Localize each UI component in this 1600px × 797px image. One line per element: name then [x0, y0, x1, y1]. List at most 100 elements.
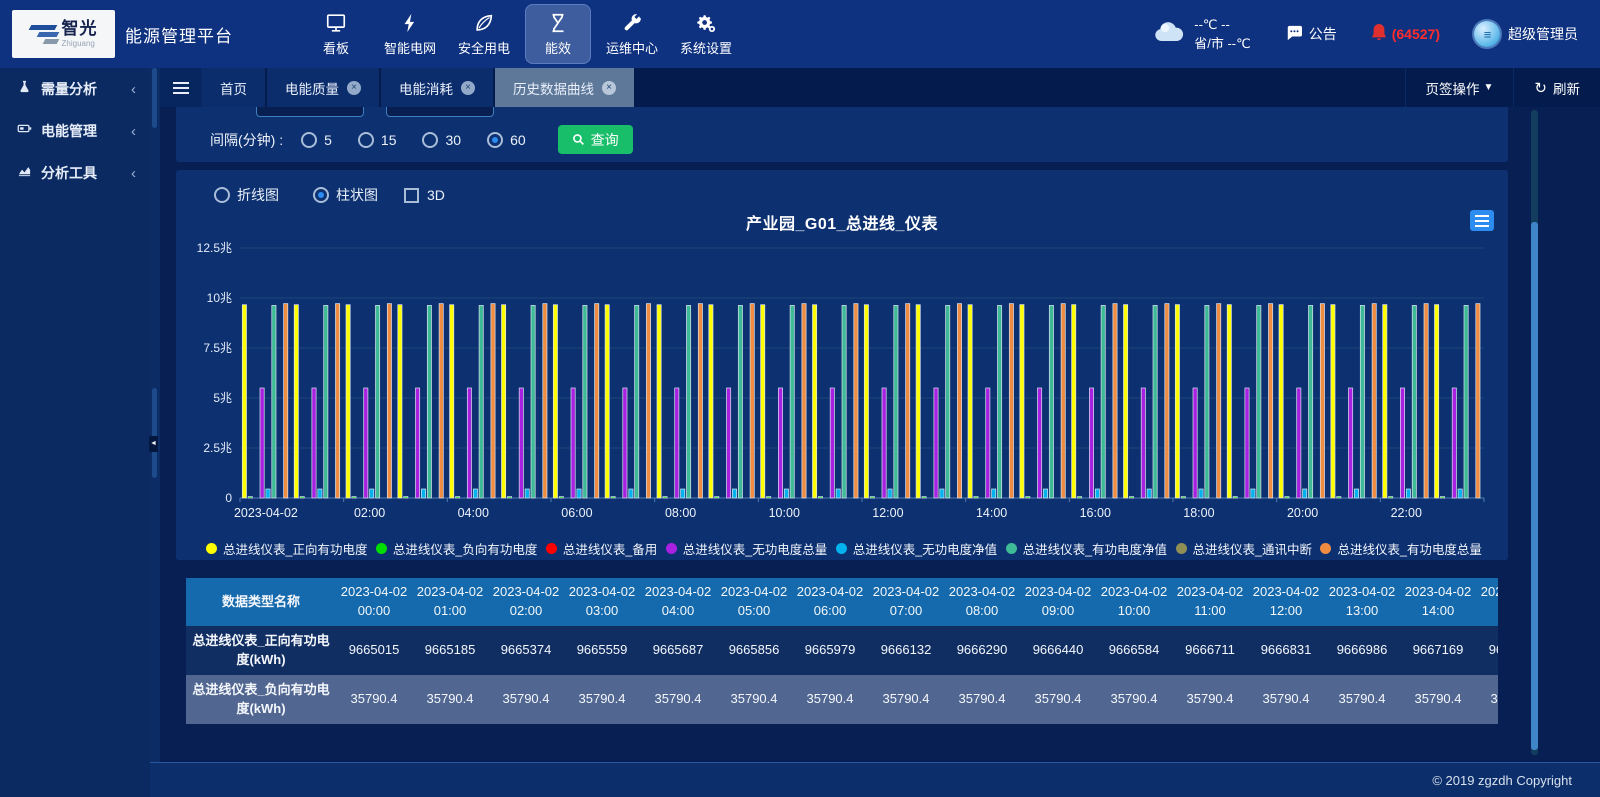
- legend-item[interactable]: 总进线仪表_无功电度总量: [666, 539, 827, 558]
- table-cell: 35790.4: [1096, 675, 1172, 724]
- date-to-input[interactable]: [386, 107, 494, 117]
- tab-power-usage[interactable]: 电能消耗×: [381, 68, 495, 107]
- sidebar-item-energy-management[interactable]: 电能管理‹: [0, 110, 150, 152]
- chevron-down-icon: ▼: [1484, 82, 1494, 93]
- table-header-cell: 2023-04-0210:00: [1096, 578, 1172, 626]
- interval-radio-60[interactable]: 60: [487, 132, 526, 148]
- sidebar-item-label: 需量分析: [41, 79, 131, 99]
- chart-toolbox-menu-icon[interactable]: [1470, 210, 1494, 231]
- close-icon[interactable]: ×: [602, 81, 616, 95]
- table-cell: 35790.4: [1400, 675, 1476, 724]
- table-cell: 35790.4: [336, 675, 412, 724]
- svg-text:12.5兆: 12.5兆: [197, 241, 232, 255]
- table-cell: 9666986: [1324, 626, 1400, 675]
- tab-power-quality[interactable]: 电能质量×: [267, 68, 381, 107]
- 3d-checkbox[interactable]: 3D: [404, 187, 445, 203]
- nav-item-safe-power[interactable]: 安全用电: [451, 4, 517, 64]
- close-icon[interactable]: ×: [461, 81, 475, 95]
- navbar-right: --℃ -- 省/市 --℃ 公告 (64527) ≡ 超级管理员: [1152, 15, 1600, 54]
- user-menu[interactable]: ≡ 超级管理员: [1474, 21, 1578, 47]
- sidebar-collapse-handle[interactable]: ◄: [149, 436, 158, 452]
- svg-text:06:00: 06:00: [561, 506, 592, 520]
- chart-type-radio-柱状图[interactable]: 柱状图: [313, 185, 378, 205]
- chart-type-radio-折线图[interactable]: 折线图: [214, 185, 279, 205]
- table-cell: 9666711: [1172, 626, 1248, 675]
- svg-text:14:00: 14:00: [976, 506, 1007, 520]
- table-header-cell: 2023-04-0203:00: [564, 578, 640, 626]
- date-from-input[interactable]: [256, 107, 364, 117]
- content-viewport: 间隔(分钟) : 5153060 查询 折线图柱状图3D 产业园_G01_总进线…: [160, 107, 1524, 762]
- bar-chart: 02.5兆5兆7.5兆10兆12.5兆2023-04-0202:0004:000…: [176, 238, 1508, 535]
- radio-icon: [422, 132, 438, 148]
- sidebar-item-demand-analysis[interactable]: 需量分析‹: [0, 68, 150, 110]
- sidebar-scrollbar[interactable]: [150, 68, 160, 762]
- table-cell: 9665687: [640, 626, 716, 675]
- table-cell: 9666132: [868, 626, 944, 675]
- interval-radio-15[interactable]: 15: [358, 132, 397, 148]
- checkbox-icon: [404, 188, 419, 203]
- refresh-button[interactable]: ↻刷新: [1513, 68, 1600, 107]
- logo-en: Zhiguang: [62, 40, 98, 48]
- battery-icon: [16, 121, 41, 141]
- radio-icon: [487, 132, 503, 148]
- tab-bar: 首页电能质量×电能消耗× 历史数据曲线 × 页签操作▼ ↻刷新: [160, 68, 1600, 107]
- svg-text:22:00: 22:00: [1391, 506, 1422, 520]
- nav-item-energy-eff[interactable]: 能效: [525, 4, 591, 64]
- legend-item[interactable]: 总进线仪表_无功电度净值: [836, 539, 997, 558]
- legend-item[interactable]: 总进线仪表_负向有功电度: [376, 539, 537, 558]
- cloud-icon: [1152, 19, 1186, 50]
- table-header-cell: 2023-04-0209:00: [1020, 578, 1096, 626]
- tab-operations-dropdown[interactable]: 页签操作▼: [1405, 68, 1514, 107]
- copyright-text: © 2019 zgzdh Copyright: [1432, 773, 1572, 788]
- chevron-left-icon: ‹: [131, 165, 136, 182]
- notification-button[interactable]: (64527): [1371, 23, 1440, 46]
- nav-item-system-setting[interactable]: 系统设置: [673, 4, 739, 64]
- tab-label: 历史数据曲线: [513, 78, 594, 98]
- table-header-cell: 2023-04-0204:00: [640, 578, 716, 626]
- legend-item[interactable]: 总进线仪表_备用: [546, 539, 657, 558]
- nav-item-label: 运维中心: [606, 38, 658, 57]
- chevron-left-icon: ‹: [131, 123, 136, 140]
- svg-text:12:00: 12:00: [872, 506, 903, 520]
- query-button[interactable]: 查询: [558, 125, 633, 154]
- legend-dot-icon: [376, 543, 387, 554]
- bell-icon: [1371, 23, 1387, 46]
- table-cell: 9665015: [336, 626, 412, 675]
- table-header-cell: 2023-04-0202:00: [488, 578, 564, 626]
- table-cell: 35790.4: [944, 675, 1020, 724]
- energy-management-app: 智光 Zhiguang 能源管理平台 看板智能电网安全用电能效运维中心系统设置 …: [0, 0, 1600, 797]
- sidebar-item-analysis-tools[interactable]: 分析工具‹: [0, 152, 150, 194]
- tab-home[interactable]: 首页: [202, 68, 267, 107]
- table-cell: 35790.4: [1020, 675, 1096, 724]
- announcement-button[interactable]: 公告: [1285, 24, 1337, 44]
- chart-panel: 折线图柱状图3D 产业园_G01_总进线_仪表 02.5兆5兆7.5兆10兆12…: [176, 170, 1508, 560]
- hamburger-menu-icon[interactable]: [160, 68, 202, 107]
- nav-item-smart-grid[interactable]: 智能电网: [377, 4, 443, 64]
- table-header-row: 数据类型名称2023-04-0200:002023-04-0201:002023…: [186, 578, 1498, 626]
- table-header-cell: 2023-04-0207:00: [868, 578, 944, 626]
- tab-history-curve[interactable]: 历史数据曲线 ×: [495, 68, 636, 107]
- brand-logo[interactable]: 智光 Zhiguang: [12, 10, 115, 58]
- close-icon[interactable]: ×: [347, 81, 361, 95]
- zhiguang-logo-icon: [30, 25, 58, 44]
- table-cell: 35790.4: [1324, 675, 1400, 724]
- legend-item[interactable]: 总进线仪表_有功电度总量: [1320, 539, 1481, 558]
- legend-dot-icon: [546, 543, 557, 554]
- legend-dot-icon: [1176, 543, 1187, 554]
- legend-item[interactable]: 总进线仪表_有功电度净值: [1006, 539, 1167, 558]
- sidebar-item-label: 电能管理: [41, 121, 131, 141]
- table-cell: 35790.4: [488, 675, 564, 724]
- interval-radio-30[interactable]: 30: [422, 132, 461, 148]
- table-cell: 9665559: [564, 626, 640, 675]
- nav-item-label: 安全用电: [458, 38, 510, 57]
- legend-item[interactable]: 总进线仪表_正向有功电度: [206, 539, 367, 558]
- legend-item[interactable]: 总进线仪表_通讯中断: [1176, 539, 1312, 558]
- table-row: 总进线仪表_负向有功电度(kWh)35790.435790.435790.435…: [186, 675, 1498, 724]
- interval-radio-5[interactable]: 5: [301, 132, 332, 148]
- table-header-cell: 2023-04-0201:00: [412, 578, 488, 626]
- table-cell: 9665856: [716, 626, 792, 675]
- nav-item-dashboard[interactable]: 看板: [303, 4, 369, 64]
- nav-item-ops-center[interactable]: 运维中心: [599, 4, 665, 64]
- table-cell: 9666584: [1096, 626, 1172, 675]
- scrollbar-thumb[interactable]: [1531, 222, 1538, 750]
